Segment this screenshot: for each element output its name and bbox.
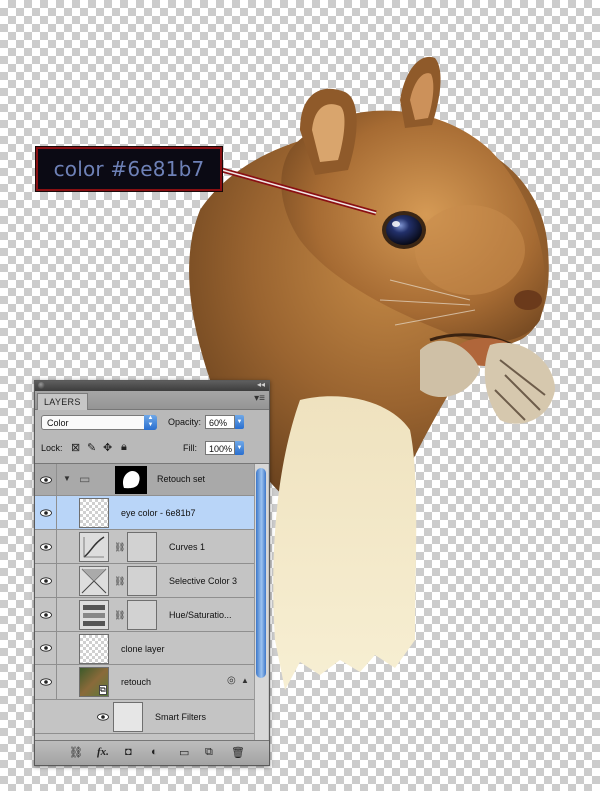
disclosure-triangle-icon[interactable]: ▼ <box>63 474 71 483</box>
layers-bottom-toolbar: ⛓︎ fx. ◘ ◐ ▭ ⧉ 🗑︎ <box>35 740 269 765</box>
trash-icon[interactable]: 🗑︎ <box>231 746 245 759</box>
layer-name: Retouch set <box>157 474 206 484</box>
color-callout: color #6e81b7 <box>36 147 222 191</box>
curves-adjustment-icon[interactable] <box>79 532 109 562</box>
lock-move-icon[interactable]: ✥ <box>103 441 112 454</box>
layer-thumbnail[interactable] <box>79 498 109 528</box>
lock-label: Lock: <box>41 443 63 453</box>
layer-mask-thumbnail[interactable] <box>127 532 157 562</box>
add-mask-icon[interactable]: ◘ <box>125 746 132 758</box>
layer-name: Smart Filters <box>155 712 207 722</box>
visibility-eye-icon[interactable] <box>35 665 57 699</box>
layers-panel: ◂◂ LAYERS ▾≡ Color ▲ ▼ Opacity: 60% ▼ Loc… <box>34 380 270 766</box>
disclosure-triangle-icon[interactable]: ▲ <box>241 676 249 685</box>
fill-field[interactable]: 100% <box>205 441 235 455</box>
folder-icon: ▭ <box>79 472 91 486</box>
fill-label: Fill: <box>183 443 197 453</box>
collapse-icon[interactable]: ◂◂ <box>257 380 265 390</box>
layer-row-curves[interactable]: ⛓︎ Curves 1 <box>35 530 255 564</box>
panel-menu-icon[interactable]: ▾≡ <box>254 393 265 404</box>
callout-text: color #6e81b7 <box>53 157 205 181</box>
visibility-eye-icon[interactable] <box>35 564 57 597</box>
link-icon[interactable]: ⛓︎ <box>114 576 125 587</box>
smart-object-badge-icon: ⧉ <box>99 685 107 695</box>
link-icon[interactable]: ⛓︎ <box>114 542 125 553</box>
close-icon[interactable] <box>38 382 45 389</box>
link-icon[interactable]: ⛓︎ <box>114 610 125 621</box>
layer-row-selective-color[interactable]: ⛓︎ Selective Color 3 <box>35 564 255 598</box>
layer-name: eye color - 6e81b7 <box>121 508 196 518</box>
visibility-eye-icon[interactable] <box>35 598 57 631</box>
blend-row: Color ▲ ▼ Opacity: 60% ▼ <box>41 415 265 432</box>
layer-row-clone[interactable]: clone layer <box>35 632 255 665</box>
fill-dropdown-icon[interactable]: ▼ <box>235 441 244 455</box>
visibility-eye-icon[interactable] <box>35 632 57 664</box>
eye-column <box>35 700 57 733</box>
scrollbar-thumb[interactable] <box>256 468 266 678</box>
layer-mask-thumbnail[interactable] <box>127 566 157 596</box>
adjustment-layer-icon[interactable]: ◐ <box>151 746 158 758</box>
panel-titlebar[interactable]: ◂◂ <box>35 380 269 391</box>
layer-mask-thumbnail[interactable] <box>127 600 157 630</box>
lock-row: Lock: ⊠ ✎ ✥ 🔒︎ Fill: 100% ▼ <box>41 441 265 457</box>
link-layers-icon[interactable]: ⛓︎ <box>69 746 83 759</box>
group-mask-thumbnail[interactable] <box>115 466 147 494</box>
opacity-label: Opacity: <box>168 417 202 427</box>
fx-icon[interactable]: fx. <box>97 746 109 758</box>
panel-tabrow: LAYERS ▾≡ <box>35 391 269 410</box>
visibility-eye-icon[interactable] <box>35 530 57 563</box>
selective-color-adjustment-icon[interactable] <box>79 566 109 596</box>
layer-name: Curves 1 <box>169 542 206 552</box>
layer-name: clone layer <box>121 644 165 654</box>
visibility-eye-icon[interactable] <box>97 713 109 721</box>
layer-row-smart-filters[interactable]: Smart Filters <box>35 700 255 734</box>
blend-mode-value: Color <box>47 418 69 428</box>
visibility-eye-icon[interactable] <box>35 464 57 495</box>
layer-list: ▼ ▭ Retouch set eye color - 6e81b7 ⛓︎ Cu… <box>35 463 269 740</box>
tab-layers[interactable]: LAYERS <box>37 393 88 410</box>
smart-filter-options-icon[interactable]: ◎ <box>227 675 236 686</box>
new-group-icon[interactable]: ▭ <box>179 746 189 759</box>
layer-row-eye-color[interactable]: eye color - 6e81b7 <box>35 496 255 530</box>
new-layer-icon[interactable]: ⧉ <box>205 746 213 759</box>
select-arrows-icon: ▲ ▼ <box>144 415 157 430</box>
layer-name: Hue/Saturatio... <box>169 610 232 620</box>
layers-scrollbar[interactable] <box>254 464 268 740</box>
layer-row-retouch[interactable]: ⧉ retouch ◎ ▲ <box>35 665 255 700</box>
lock-brush-icon[interactable]: ✎ <box>87 441 96 454</box>
opacity-dropdown-icon[interactable]: ▼ <box>235 415 244 429</box>
layer-name: retouch <box>121 677 152 687</box>
opacity-field[interactable]: 60% <box>205 415 235 429</box>
lock-transparency-icon[interactable]: ⊠ <box>71 441 80 454</box>
hue-saturation-adjustment-icon[interactable] <box>79 600 109 630</box>
blend-mode-select[interactable]: Color ▲ ▼ <box>41 415 157 430</box>
layer-name: Selective Color 3 <box>169 576 238 586</box>
layer-row-retouch-set[interactable]: ▼ ▭ Retouch set <box>35 464 255 496</box>
visibility-eye-icon[interactable] <box>35 496 57 529</box>
layer-thumbnail[interactable] <box>79 634 109 664</box>
filter-mask-thumbnail[interactable] <box>113 702 143 732</box>
layer-row-hue-saturation[interactable]: ⛓︎ Hue/Saturatio... <box>35 598 255 632</box>
lock-all-icon[interactable]: 🔒︎ <box>121 441 127 454</box>
